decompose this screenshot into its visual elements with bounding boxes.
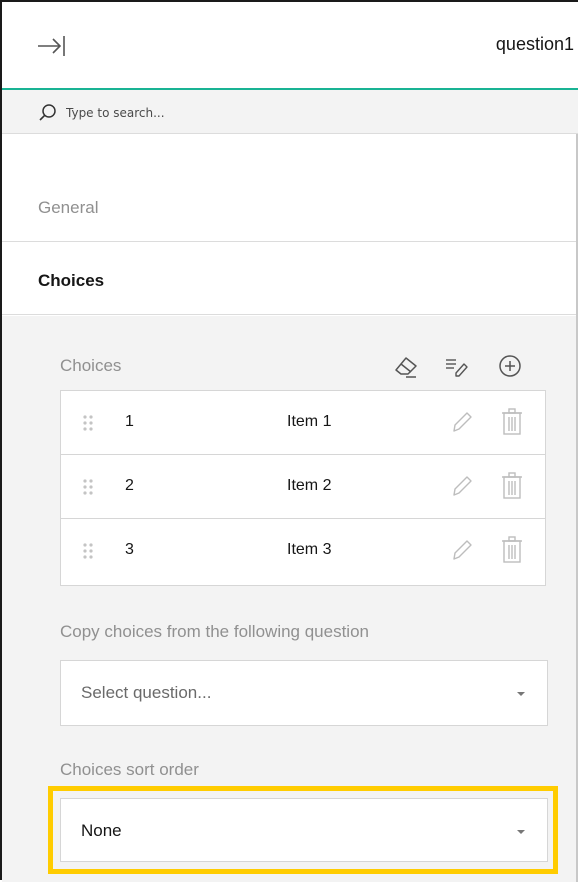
pencil-icon: [453, 476, 472, 496]
add-choice-button[interactable]: [496, 352, 524, 380]
drag-handle[interactable]: [81, 413, 95, 433]
choice-value[interactable]: 3: [125, 541, 134, 559]
section-general-label: General: [38, 198, 99, 217]
pencil-icon: [453, 540, 472, 560]
panel-header: question1: [2, 2, 578, 90]
trash-icon: [502, 408, 522, 435]
sort-order-value: None: [81, 821, 122, 840]
trash-icon: [502, 472, 522, 499]
trash-icon: [502, 536, 522, 563]
choices-section-content: Choices 1 Item 1 2 Item 2 3 Item 3 Copy …: [2, 316, 578, 882]
search-input[interactable]: [64, 100, 548, 126]
section-general[interactable]: General: [2, 174, 578, 242]
eraser-icon: [395, 357, 417, 378]
choice-row: 1 Item 1: [61, 391, 545, 455]
copy-choices-select[interactable]: Select question...: [60, 660, 548, 726]
choice-text[interactable]: Item 3: [287, 541, 331, 559]
chevron-down-icon: [517, 692, 525, 696]
delete-choice-button[interactable]: [499, 407, 525, 437]
edit-choices-button[interactable]: [442, 352, 470, 380]
drag-handle[interactable]: [81, 477, 95, 497]
choice-value[interactable]: 2: [125, 477, 134, 495]
search-icon: [39, 104, 56, 121]
section-choices-label: Choices: [38, 271, 105, 290]
delete-choice-button[interactable]: [499, 471, 525, 501]
sort-order-select[interactable]: None: [60, 798, 548, 862]
section-choices[interactable]: Choices: [2, 243, 578, 315]
drag-handle-icon: [83, 415, 93, 431]
edit-choice-button[interactable]: [449, 537, 475, 563]
pencil-icon: [453, 412, 472, 432]
choice-row: 3 Item 3: [61, 519, 545, 583]
drag-handle[interactable]: [81, 541, 95, 561]
arrow-to-right-icon: [38, 36, 65, 56]
drag-handle-icon: [83, 479, 93, 495]
edit-choice-button[interactable]: [449, 473, 475, 499]
choice-text[interactable]: Item 1: [287, 413, 331, 431]
choices-editor-label: Choices: [60, 356, 122, 375]
edit-choice-button[interactable]: [449, 409, 475, 435]
search-bar: [2, 90, 578, 134]
choice-text[interactable]: Item 2: [287, 477, 331, 495]
choice-row: 2 Item 2: [61, 455, 545, 519]
chevron-down-icon: [517, 830, 525, 834]
list-edit-icon: [446, 359, 468, 377]
choices-list: 1 Item 1 2 Item 2 3 Item 3: [60, 390, 546, 586]
delete-choice-button[interactable]: [499, 535, 525, 565]
panel-title: question1: [495, 34, 574, 54]
copy-choices-label: Copy choices from the following question: [60, 622, 369, 641]
property-grid-panel: question1 General Choices Choices: [0, 0, 578, 882]
sort-order-label: Choices sort order: [60, 760, 199, 779]
collapse-panel-button[interactable]: [36, 32, 66, 60]
clear-choices-button[interactable]: [392, 352, 420, 380]
plus-circle-icon: [499, 355, 521, 377]
copy-choices-placeholder: Select question...: [81, 683, 212, 702]
drag-handle-icon: [83, 543, 93, 559]
choice-value[interactable]: 1: [125, 413, 134, 431]
